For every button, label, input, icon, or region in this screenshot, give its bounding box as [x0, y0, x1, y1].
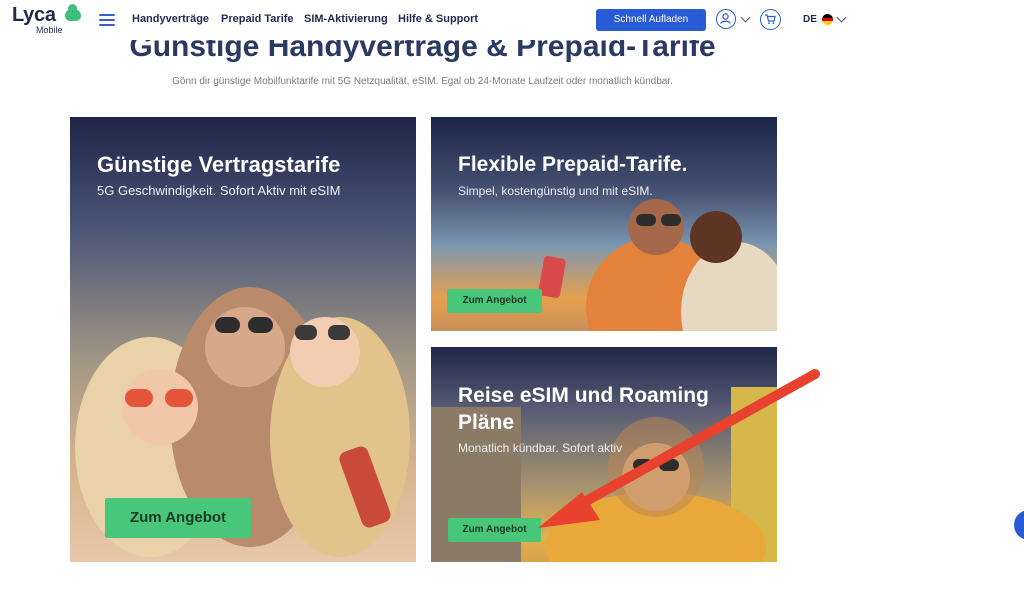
- cart-icon[interactable]: [760, 9, 781, 30]
- nav-handyvertraege[interactable]: Handyverträge: [132, 13, 209, 25]
- nav-hilfe-support[interactable]: Hilfe & Support: [398, 13, 478, 25]
- zum-angebot-button[interactable]: Zum Angebot: [448, 518, 541, 542]
- lyca-mobile-logo[interactable]: Lyca Mobile: [12, 4, 82, 35]
- nav-prepaid-tarife[interactable]: Prepaid Tarife: [221, 13, 294, 25]
- logo-subtext: Mobile: [36, 25, 63, 35]
- page-subtitle: Gönn dir günstige Mobilfunktarife mit 5G…: [172, 76, 673, 87]
- menu-icon[interactable]: [99, 14, 115, 26]
- card-subtitle: Simpel, kostengünstig und mit eSIM.: [458, 184, 653, 198]
- schnell-aufladen-button[interactable]: Schnell Aufladen: [596, 9, 706, 31]
- card-subtitle: 5G Geschwindigkeit. Sofort Aktiv mit eSI…: [97, 183, 341, 198]
- site-header: Lyca Mobile Handyverträge Prepaid Tarife…: [0, 0, 1024, 40]
- language-chevron-down-icon[interactable]: [836, 12, 847, 23]
- card-title: Flexible Prepaid-Tarife.: [458, 153, 688, 176]
- german-flag-icon[interactable]: [822, 14, 833, 25]
- vertragstarife-card[interactable]: Günstige Vertragstarife 5G Geschwindigke…: [70, 117, 416, 562]
- language-label[interactable]: DE: [803, 14, 817, 25]
- logo-cloud-icon: [65, 4, 81, 21]
- chat-fab-button[interactable]: [1014, 510, 1024, 540]
- prepaid-tarife-card[interactable]: Flexible Prepaid-Tarife. Simpel, kosteng…: [431, 117, 777, 331]
- annotation-arrow-icon: [538, 369, 820, 528]
- logo-text: Lyca: [12, 4, 56, 26]
- nav-sim-aktivierung[interactable]: SIM-Aktivierung: [304, 13, 388, 25]
- zum-angebot-button[interactable]: Zum Angebot: [105, 498, 251, 538]
- zum-angebot-button[interactable]: Zum Angebot: [447, 289, 542, 313]
- account-icon[interactable]: [716, 9, 736, 29]
- account-chevron-down-icon[interactable]: [740, 12, 751, 23]
- card-title: Günstige Vertragstarife: [97, 152, 341, 177]
